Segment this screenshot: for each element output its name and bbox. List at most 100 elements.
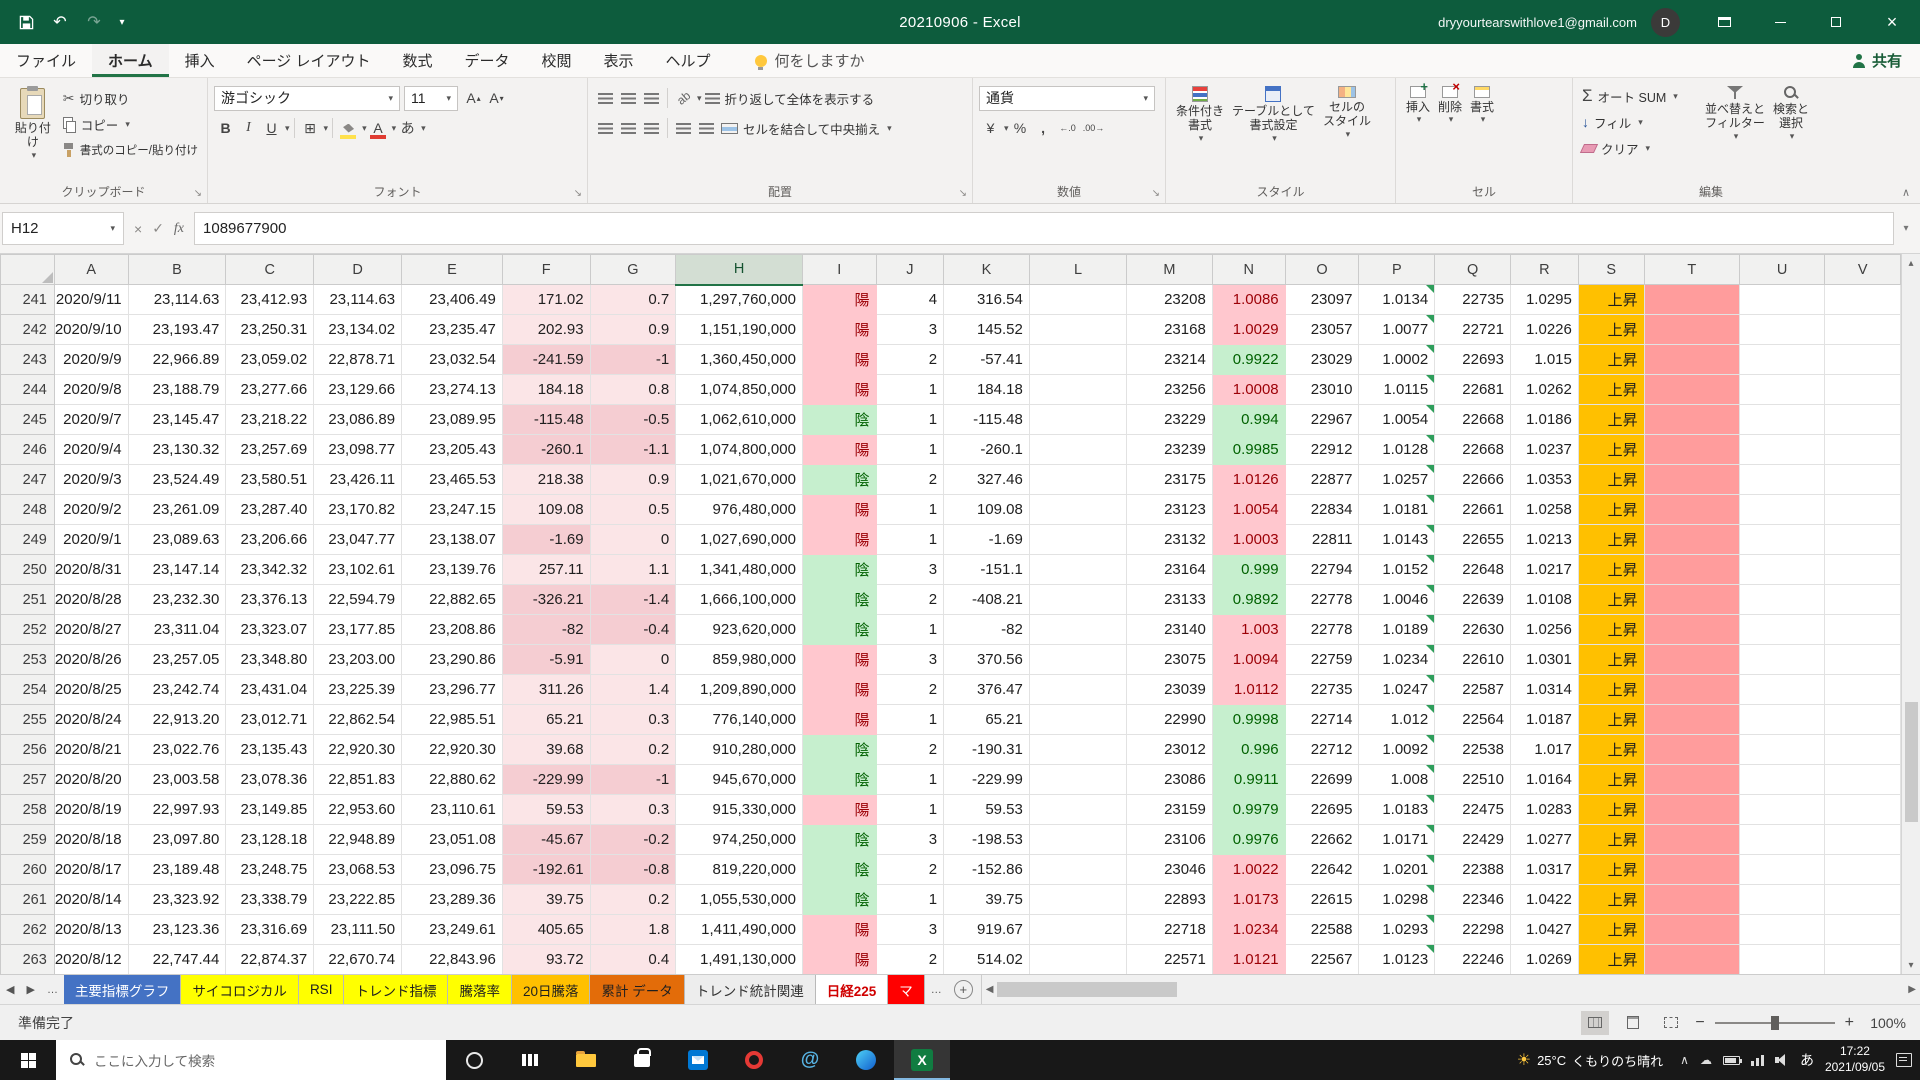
cell-J259[interactable]: 3: [876, 825, 944, 855]
cell-V249[interactable]: [1825, 525, 1901, 555]
zoom-level[interactable]: 100%: [1864, 1015, 1906, 1031]
row-header-261[interactable]: 261: [1, 885, 55, 915]
cell-H250[interactable]: 1,341,480,000: [676, 555, 803, 585]
battery-icon[interactable]: [1723, 1056, 1740, 1065]
cell-P247[interactable]: 1.0257: [1359, 465, 1435, 495]
cell-O261[interactable]: 22615: [1285, 885, 1359, 915]
number-dialog-launcher[interactable]: ↘: [1152, 188, 1160, 199]
column-header-H[interactable]: H: [676, 255, 803, 285]
autosum-button[interactable]: Σオート SUM▾: [1579, 84, 1701, 108]
cell-N254[interactable]: 1.0112: [1212, 675, 1285, 705]
row-header-256[interactable]: 256: [1, 735, 55, 765]
cell-L247[interactable]: [1029, 465, 1126, 495]
cell-Q257[interactable]: 22510: [1435, 765, 1511, 795]
cell-styles-button[interactable]: セルの スタイル▾: [1319, 84, 1375, 181]
cell-E241[interactable]: 23,406.49: [402, 285, 503, 315]
ribbon-tab-4[interactable]: データ: [448, 44, 525, 77]
cell-R256[interactable]: 1.017: [1510, 735, 1578, 765]
cell-O255[interactable]: 22714: [1285, 705, 1359, 735]
cell-D262[interactable]: 23,111.50: [314, 915, 402, 945]
ribbon-tab-2[interactable]: ページ レイアウト: [231, 44, 387, 77]
ribbon-tab-0[interactable]: ホーム: [92, 44, 169, 77]
cell-F259[interactable]: -45.67: [502, 825, 590, 855]
cell-Q243[interactable]: 22693: [1435, 345, 1511, 375]
column-header-M[interactable]: M: [1127, 255, 1213, 285]
cell-M246[interactable]: 23239: [1127, 435, 1213, 465]
cell-A260[interactable]: 2020/8/17: [54, 855, 128, 885]
cell-R255[interactable]: 1.0187: [1510, 705, 1578, 735]
cell-Q255[interactable]: 22564: [1435, 705, 1511, 735]
zoom-in-button[interactable]: +: [1845, 1014, 1854, 1032]
cell-U249[interactable]: [1739, 525, 1824, 555]
cell-D255[interactable]: 22,862.54: [314, 705, 402, 735]
cell-S260[interactable]: 上昇: [1578, 855, 1644, 885]
cell-N246[interactable]: 0.9985: [1212, 435, 1285, 465]
cell-S246[interactable]: 上昇: [1578, 435, 1644, 465]
cell-N250[interactable]: 0.999: [1212, 555, 1285, 585]
cell-U259[interactable]: [1739, 825, 1824, 855]
column-header-A[interactable]: A: [54, 255, 128, 285]
cell-N261[interactable]: 1.0173: [1212, 885, 1285, 915]
cell-M243[interactable]: 23214: [1127, 345, 1213, 375]
cell-D261[interactable]: 23,222.85: [314, 885, 402, 915]
cell-B260[interactable]: 23,189.48: [128, 855, 226, 885]
weather-widget[interactable]: ☀ 25°C くもりのち晴れ: [1511, 1040, 1669, 1080]
delete-cells-button[interactable]: 削除▾: [1434, 84, 1466, 181]
cell-B254[interactable]: 23,242.74: [128, 675, 226, 705]
cell-O252[interactable]: 22778: [1285, 615, 1359, 645]
cell-E247[interactable]: 23,465.53: [402, 465, 503, 495]
cell-L259[interactable]: [1029, 825, 1126, 855]
cell-L248[interactable]: [1029, 495, 1126, 525]
sheet-tab-6[interactable]: 累計 データ: [590, 975, 684, 1004]
cell-M244[interactable]: 23256: [1127, 375, 1213, 405]
cell-J256[interactable]: 2: [876, 735, 944, 765]
sort-filter-button[interactable]: 並べ替えと フィルター▾: [1701, 84, 1769, 181]
cell-T262[interactable]: [1644, 915, 1739, 945]
align-middle-button[interactable]: [617, 87, 640, 110]
cell-I242[interactable]: 陽: [802, 315, 876, 345]
cell-O248[interactable]: 22834: [1285, 495, 1359, 525]
cell-F256[interactable]: 39.68: [502, 735, 590, 765]
cell-U245[interactable]: [1739, 405, 1824, 435]
cell-S251[interactable]: 上昇: [1578, 585, 1644, 615]
cell-G247[interactable]: 0.9: [590, 465, 676, 495]
cell-U246[interactable]: [1739, 435, 1824, 465]
cell-J253[interactable]: 3: [876, 645, 944, 675]
cut-button[interactable]: ✂切り取り: [60, 86, 201, 110]
cell-O251[interactable]: 22778: [1285, 585, 1359, 615]
cell-A258[interactable]: 2020/8/19: [54, 795, 128, 825]
cell-A259[interactable]: 2020/8/18: [54, 825, 128, 855]
cell-G246[interactable]: -1.1: [590, 435, 676, 465]
find-select-button[interactable]: 検索と 選択▾: [1769, 84, 1813, 181]
cell-J254[interactable]: 2: [876, 675, 944, 705]
format-painter-button[interactable]: 書式のコピー/貼り付け: [60, 138, 201, 162]
cell-G243[interactable]: -1: [590, 345, 676, 375]
cell-H254[interactable]: 1,209,890,000: [676, 675, 803, 705]
cell-L253[interactable]: [1029, 645, 1126, 675]
row-header-259[interactable]: 259: [1, 825, 55, 855]
cell-M247[interactable]: 23175: [1127, 465, 1213, 495]
cell-B243[interactable]: 22,966.89: [128, 345, 226, 375]
cell-E244[interactable]: 23,274.13: [402, 375, 503, 405]
cell-H252[interactable]: 923,620,000: [676, 615, 803, 645]
cell-S241[interactable]: 上昇: [1578, 285, 1644, 315]
insert-function-button[interactable]: fx: [174, 221, 184, 237]
cell-R251[interactable]: 1.0108: [1510, 585, 1578, 615]
cell-H261[interactable]: 1,055,530,000: [676, 885, 803, 915]
cell-H253[interactable]: 859,980,000: [676, 645, 803, 675]
column-header-D[interactable]: D: [314, 255, 402, 285]
cell-R245[interactable]: 1.0186: [1510, 405, 1578, 435]
cell-O243[interactable]: 23029: [1285, 345, 1359, 375]
cell-N248[interactable]: 1.0054: [1212, 495, 1285, 525]
sheet-next-button[interactable]: ▶: [20, 975, 40, 1004]
cell-N252[interactable]: 1.003: [1212, 615, 1285, 645]
cell-R259[interactable]: 1.0277: [1510, 825, 1578, 855]
zoom-slider[interactable]: [1715, 1022, 1835, 1024]
cell-E263[interactable]: 22,843.96: [402, 945, 503, 975]
cell-C263[interactable]: 22,874.37: [226, 945, 314, 975]
cell-U242[interactable]: [1739, 315, 1824, 345]
column-header-N[interactable]: N: [1212, 255, 1285, 285]
account-avatar[interactable]: D: [1651, 8, 1680, 37]
cell-P254[interactable]: 1.0247: [1359, 675, 1435, 705]
page-break-view-button[interactable]: [1657, 1011, 1685, 1035]
